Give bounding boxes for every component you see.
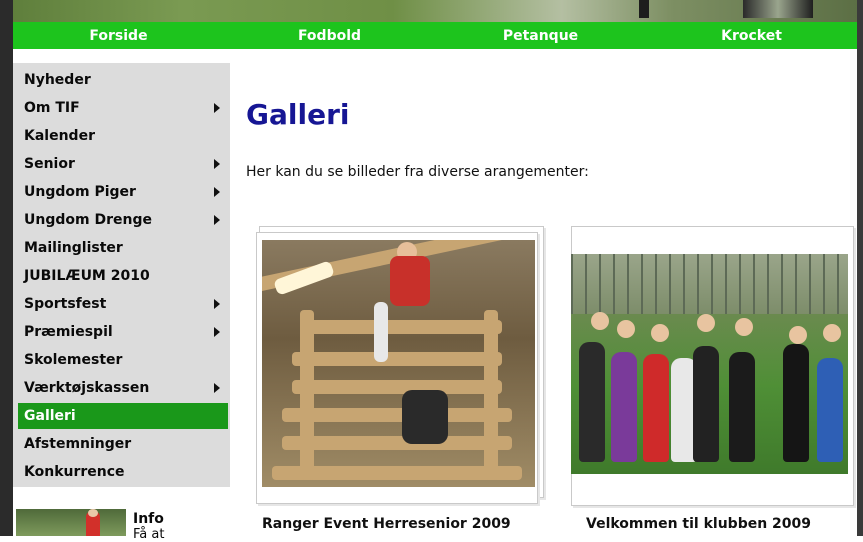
sidebar-item-label: Senior (24, 156, 75, 172)
photo-beam (292, 352, 502, 366)
nav-tab-krocket[interactable]: Krocket (646, 22, 857, 49)
sidebar-item-om-tif[interactable]: Om TIF (18, 95, 228, 121)
sidebar-item-label: Afstemninger (24, 436, 132, 452)
photo-person (390, 256, 430, 306)
gallery-caption-ranger[interactable]: Ranger Event Herresenior 2009 (262, 516, 511, 532)
thumbnail-background (16, 509, 126, 536)
sidebar-item-label: Ungdom Drenge (24, 212, 152, 228)
sidebar-item-label: Ungdom Piger (24, 184, 136, 200)
photo-kid-head (651, 324, 669, 342)
sidebar-item-label: Kalender (24, 128, 95, 144)
photo-kid (693, 346, 719, 462)
top-navigation: Forside Fodbold Petanque Krocket (13, 22, 857, 49)
photo-fence (571, 254, 848, 314)
sidebar-item-mailinglister[interactable]: Mailinglister (18, 235, 228, 261)
sidebar-item-jubilaeum[interactable]: JUBILÆUM 2010 (18, 263, 228, 289)
nav-tab-petanque[interactable]: Petanque (435, 22, 646, 49)
submenu-arrow-icon (214, 383, 220, 393)
intro-text: Her kan du se billeder fra diverse arang… (246, 164, 589, 180)
photo-post (484, 310, 498, 480)
sidebar-item-label: Skolemester (24, 352, 123, 368)
submenu-arrow-icon (214, 159, 220, 169)
photo-kid-head (697, 314, 715, 332)
page-title: Galleri (246, 98, 350, 131)
photo-post (300, 310, 314, 480)
photo-beam (292, 380, 502, 394)
banner-figure (639, 0, 649, 18)
submenu-arrow-icon (214, 103, 220, 113)
photo-kid-head (617, 320, 635, 338)
sidebar-item-sportsfest[interactable]: Sportsfest (18, 291, 228, 317)
photo-kid (611, 352, 637, 462)
submenu-arrow-icon (214, 187, 220, 197)
sidebar-item-praemiespil[interactable]: Præmiespil (18, 319, 228, 345)
photo-person-leg (374, 302, 388, 362)
sidebar-item-label: Sportsfest (24, 296, 107, 312)
gallery-photo-velkommen[interactable] (571, 254, 848, 474)
photo-beam (282, 408, 512, 422)
header-banner-image (13, 0, 857, 22)
photo-beam (282, 436, 512, 450)
photo-kid-head (591, 312, 609, 330)
gallery-caption-velkommen[interactable]: Velkommen til klubben 2009 (586, 516, 811, 532)
sidebar-item-kalender[interactable]: Kalender (18, 123, 228, 149)
submenu-arrow-icon (214, 215, 220, 225)
photo-kid-head (823, 324, 841, 342)
photo-kid-head (789, 326, 807, 344)
sidebar-item-ungdom-piger[interactable]: Ungdom Piger (18, 179, 228, 205)
gallery-photo-ranger[interactable] (262, 240, 535, 487)
sidebar-item-label: Nyheder (24, 72, 91, 88)
sidebar-item-galleri[interactable]: Galleri (18, 403, 228, 429)
submenu-arrow-icon (214, 327, 220, 337)
sidebar-item-konkurrence[interactable]: Konkurrence (18, 459, 228, 485)
sidebar-item-label: Om TIF (24, 100, 80, 116)
window-frame-left (0, 0, 13, 536)
info-thumbnail[interactable] (16, 509, 126, 536)
sidebar-item-ungdom-drenge[interactable]: Ungdom Drenge (18, 207, 228, 233)
sidebar-item-label: Konkurrence (24, 464, 125, 480)
window-frame-right (857, 0, 863, 536)
photo-kid (579, 342, 605, 462)
photo-person (402, 390, 448, 444)
sidebar-item-label: JUBILÆUM 2010 (24, 268, 150, 284)
banner-figure (743, 0, 813, 18)
photo-kid (729, 352, 755, 462)
photo-beam (302, 320, 502, 334)
sidebar-item-label: Værktøjskassen (24, 380, 150, 396)
photo-kid-head (735, 318, 753, 336)
photo-kid (643, 354, 669, 462)
sidebar-item-label: Galleri (24, 408, 76, 424)
photo-light (273, 260, 335, 296)
sidebar-item-vaerktoejskassen[interactable]: Værktøjskassen (18, 375, 228, 401)
thumbnail-person-head (88, 509, 98, 517)
sidebar-menu: Nyheder Om TIF Kalender Senior Ungdom Pi… (13, 63, 230, 487)
nav-tab-fodbold[interactable]: Fodbold (224, 22, 435, 49)
info-title[interactable]: Info (133, 511, 164, 527)
sidebar-item-label: Mailinglister (24, 240, 123, 256)
sidebar-item-senior[interactable]: Senior (18, 151, 228, 177)
sidebar-item-skolemester[interactable]: Skolemester (18, 347, 228, 373)
sidebar-item-afstemninger[interactable]: Afstemninger (18, 431, 228, 457)
photo-kid (783, 344, 809, 462)
sidebar-item-label: Præmiespil (24, 324, 113, 340)
photo-kid (817, 358, 843, 462)
info-subtitle: Få at (133, 527, 165, 542)
sidebar-item-nyheder[interactable]: Nyheder (18, 67, 228, 93)
submenu-arrow-icon (214, 299, 220, 309)
nav-tab-forside[interactable]: Forside (13, 22, 224, 49)
